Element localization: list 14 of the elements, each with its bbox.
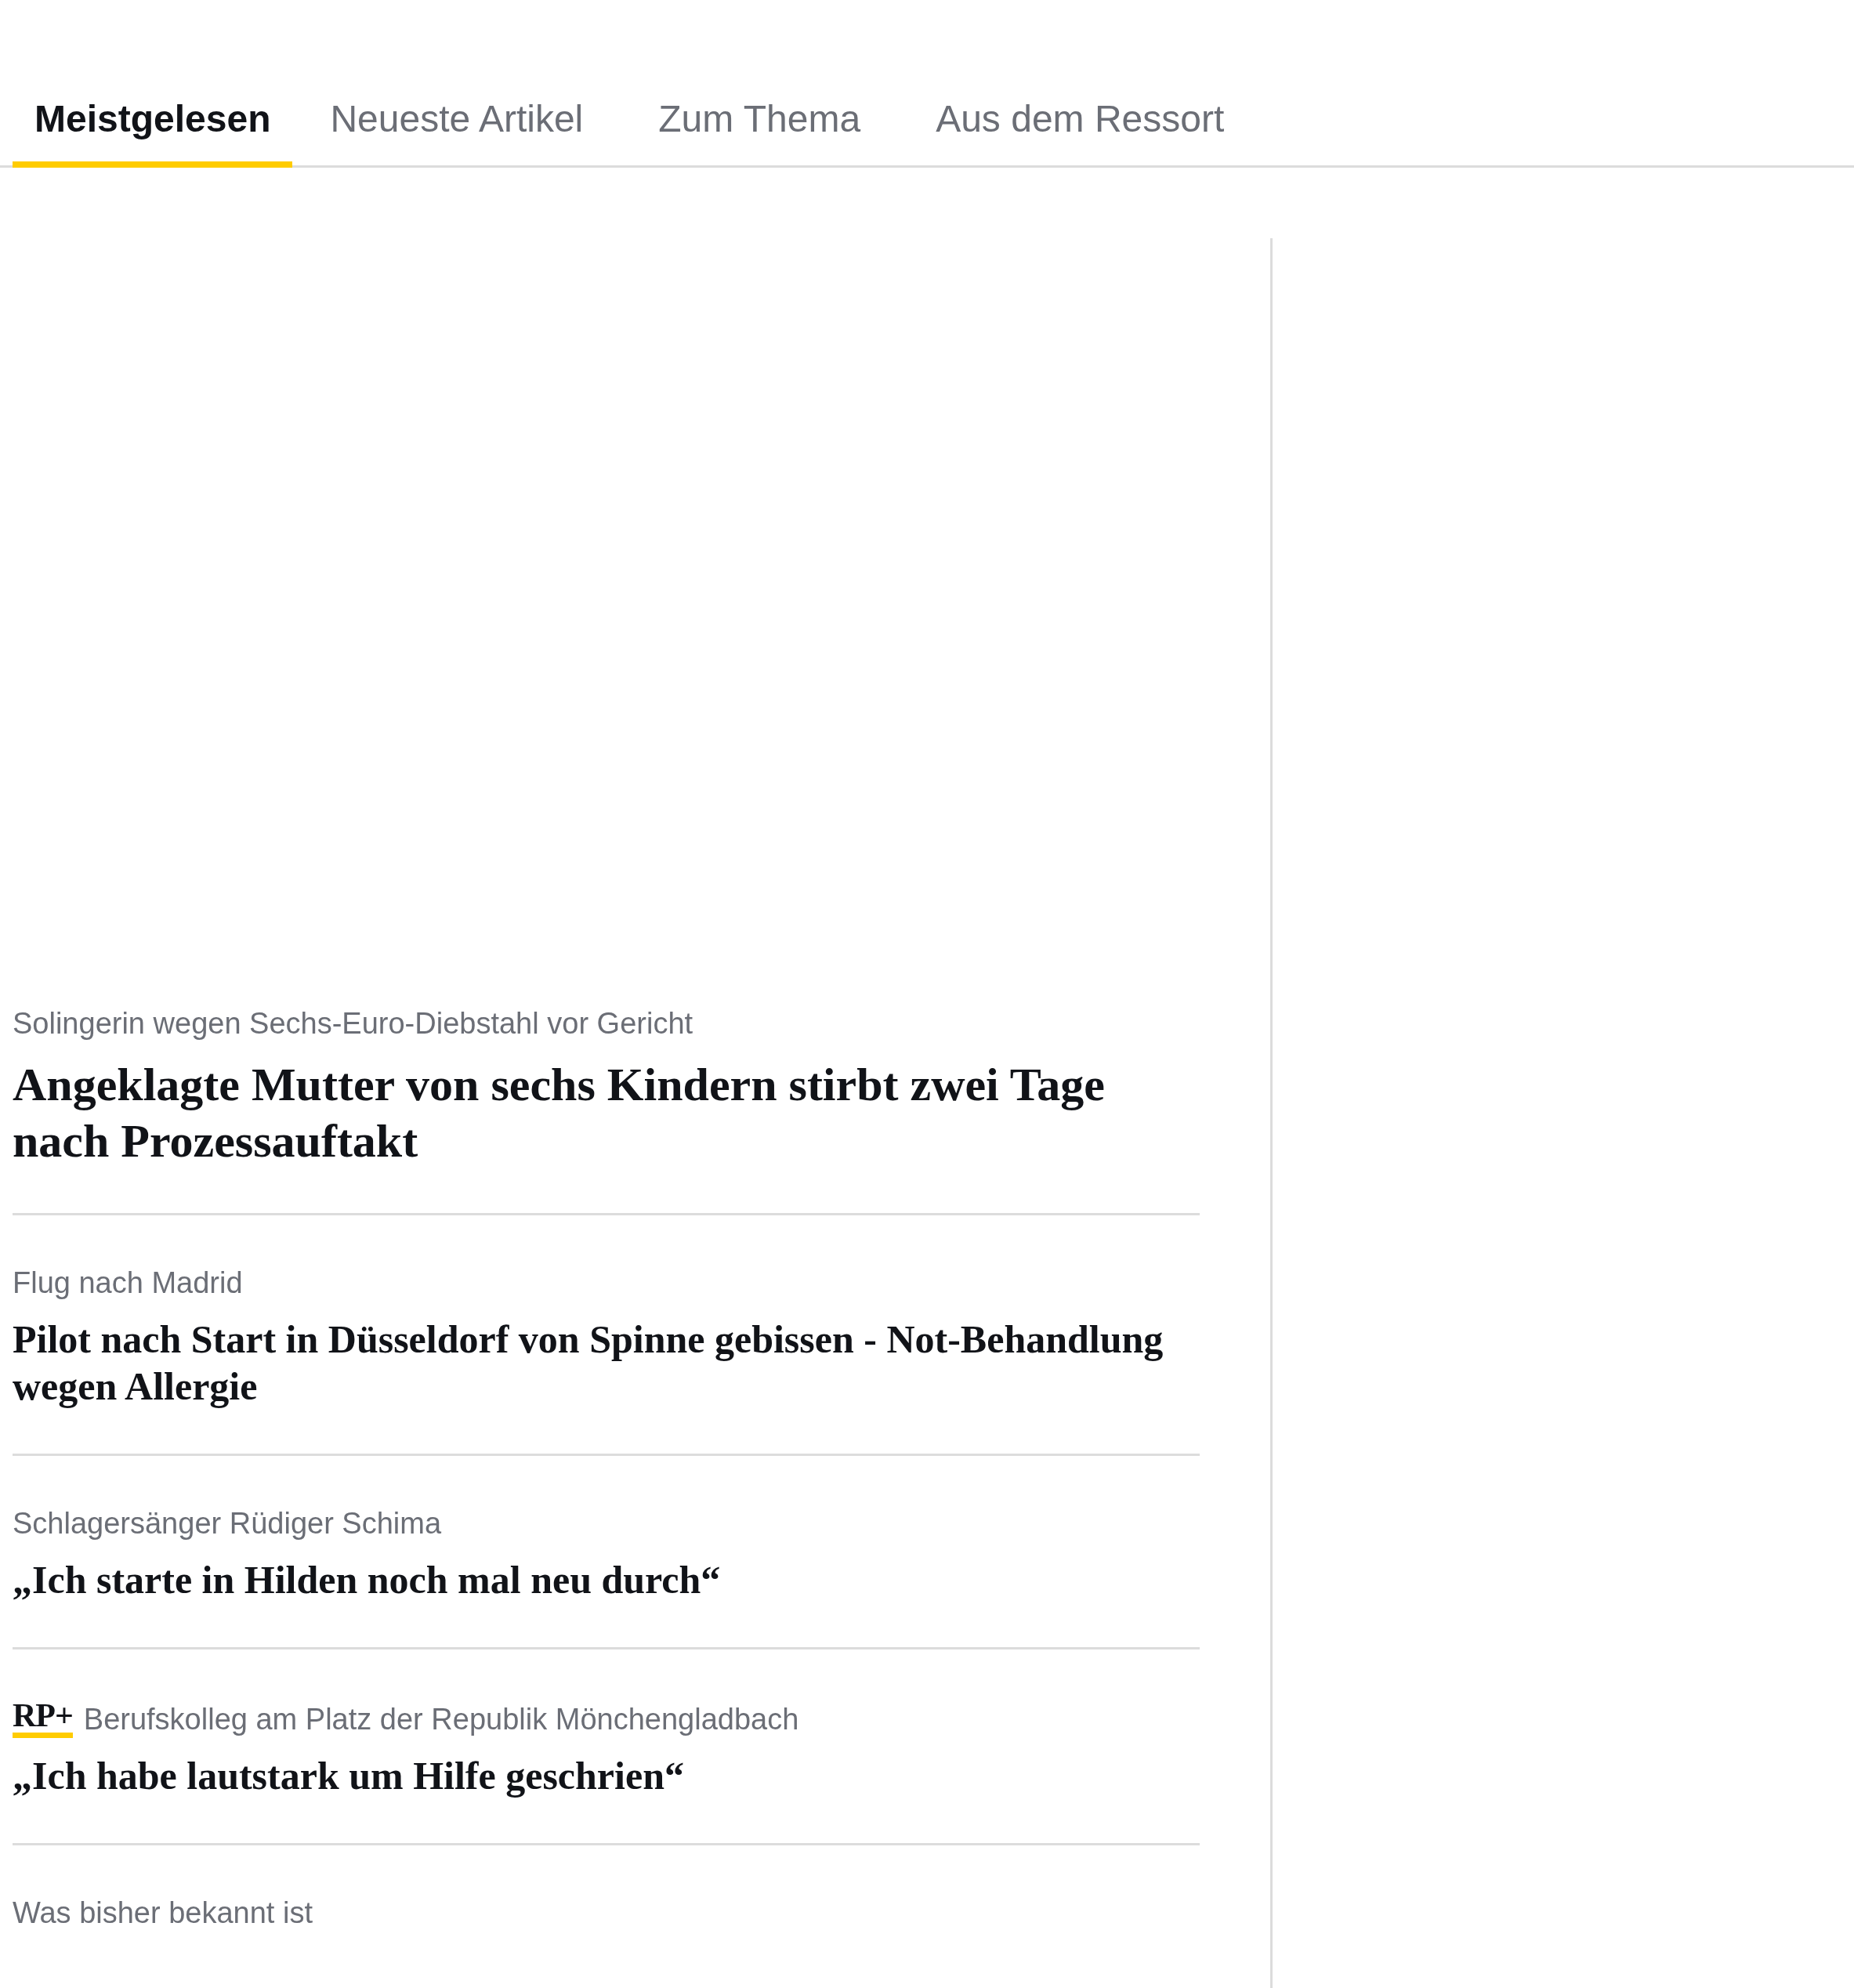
article-headline[interactable]: Angeklagte Mutter von sechs Kindern stirbt zwei Tage nach Prozessauftakt (13, 1056, 1200, 1169)
tab[interactable]: Aus dem Ressort (898, 96, 1262, 168)
article-kicker: Schlagersänger Rüdiger Schima (13, 1506, 442, 1541)
tab[interactable]: Neueste Artikel (292, 96, 621, 168)
premium-badge: RP+ (13, 1698, 73, 1738)
article-headline[interactable]: „Ich habe lautstark um Hilfe geschrien“ (13, 1752, 1200, 1799)
article-headline[interactable]: „Ich starte in Hilden noch mal neu durch“ (13, 1556, 1200, 1603)
article-kicker: Was bisher bekannt ist (13, 1896, 313, 1931)
article-kicker: Berufskolleg am Platz der Republik Mönchengladbach (83, 1702, 799, 1737)
article-kicker: Solingerin wegen Sechs-Euro-Diebstahl vor Gericht (13, 1006, 693, 1041)
tab[interactable]: Meistgelesen (13, 96, 293, 168)
article-kicker: Flug nach Madrid (13, 1266, 243, 1301)
tab[interactable]: Zum Thema (621, 96, 899, 168)
article-headline[interactable]: Pilot nach Start in Düsseldorf von Spinne gebissen - Not-Behandlung wegen Allergie (13, 1316, 1200, 1410)
